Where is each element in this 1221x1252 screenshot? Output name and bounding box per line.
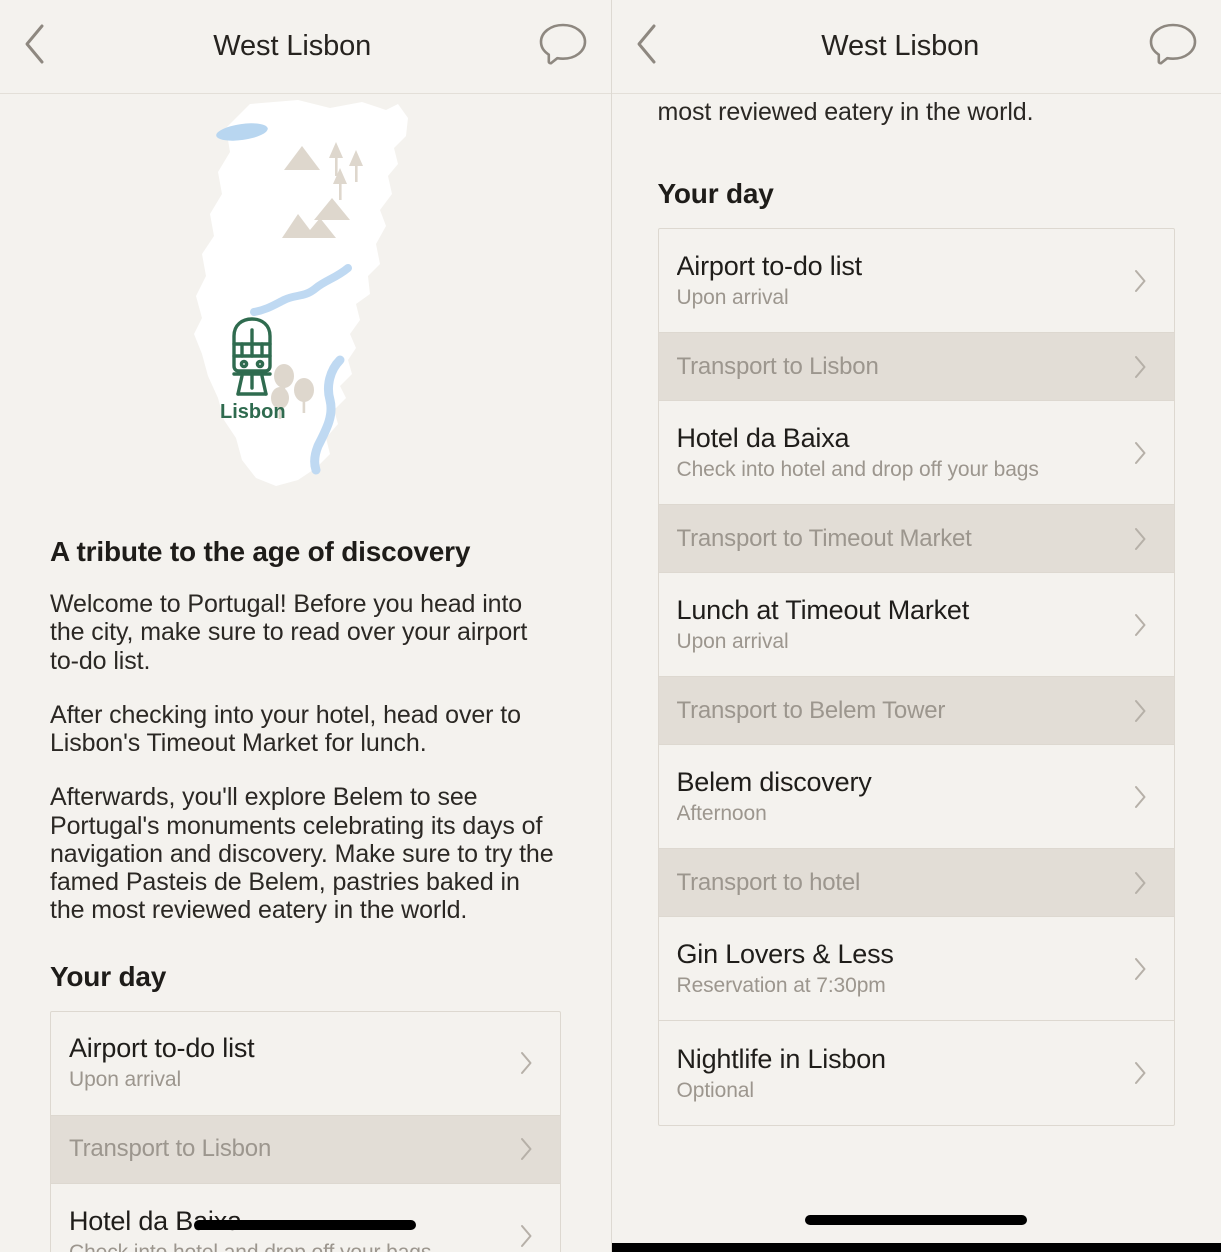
article-paragraph-1: Welcome to Portugal! Before you head int… <box>50 590 528 675</box>
list-item[interactable]: Airport to-do list Upon arrival <box>51 1012 560 1116</box>
right-header: West Lisbon <box>611 0 1221 94</box>
bottom-black-bar <box>611 1243 1221 1252</box>
your-day-heading-right: Your day <box>657 178 774 210</box>
list-item[interactable]: Transport to Timeout Market <box>658 505 1174 574</box>
list-item-title: Transport to hotel <box>676 868 861 896</box>
list-item[interactable]: Hotel da Baixa Check into hotel and drop… <box>51 1184 560 1252</box>
your-day-heading-left: Your day <box>50 960 167 992</box>
list-item[interactable]: Transport to Lisbon <box>51 1115 560 1184</box>
list-item-title: Belem discovery <box>676 767 872 798</box>
chevron-right-icon <box>1133 956 1148 982</box>
list-item-title: Transport to Belem Tower <box>676 696 946 724</box>
list-item[interactable]: Transport to Lisbon <box>658 333 1174 402</box>
chevron-right-icon <box>1133 440 1148 466</box>
list-item[interactable]: Transport to Belem Tower <box>658 677 1174 746</box>
right-panel: West Lisbon most reviewed eatery in the … <box>610 0 1221 1252</box>
chevron-right-icon <box>519 1223 534 1249</box>
chevron-left-icon <box>634 22 660 71</box>
article-paragraph-2: After checking into your hotel, head ove… <box>50 700 521 757</box>
list-item-subtitle: Upon arrival <box>676 630 789 654</box>
portugal-map-illustration: Lisbon <box>0 94 611 522</box>
list-item-title: Lunch at Timeout Market <box>676 595 970 626</box>
back-button[interactable] <box>0 0 70 94</box>
map-svg: Lisbon <box>194 100 409 486</box>
chevron-right-icon <box>1133 354 1148 380</box>
chevron-right-icon <box>1133 612 1148 638</box>
chevron-right-icon <box>519 1136 534 1162</box>
list-item-subtitle: Check into hotel and drop off your bags <box>676 458 1039 482</box>
chevron-right-icon <box>1133 870 1148 896</box>
left-scroll-body[interactable]: Lisbon A tribute to the age of discovery… <box>0 94 611 1252</box>
day-list-right: Airport to-do list Upon arrival Transpor… <box>657 228 1175 1127</box>
list-item[interactable]: Gin Lovers & Less Reservation at 7:30pm <box>658 917 1174 1022</box>
home-indicator-left <box>194 1220 417 1230</box>
chevron-right-icon <box>1133 698 1148 724</box>
list-item-title: Transport to Timeout Market <box>676 524 972 552</box>
chevron-right-icon <box>1133 1060 1148 1086</box>
chevron-right-icon <box>1133 268 1148 294</box>
list-item-subtitle: Reservation at 7:30pm <box>676 974 886 998</box>
left-panel: West Lisbon Lisbon A tribute to the age … <box>0 0 611 1252</box>
list-item-title: Hotel da Baixa <box>676 423 850 454</box>
article-heading: A tribute to the age of discovery <box>50 536 471 567</box>
list-item[interactable]: Hotel da Baixa Check into hotel and drop… <box>658 401 1174 506</box>
list-item-subtitle: Optional <box>676 1078 755 1102</box>
chevron-right-icon <box>519 1050 534 1076</box>
page-title-right: West Lisbon <box>821 30 980 62</box>
page-title-left: West Lisbon <box>213 30 372 62</box>
speech-bubble-icon <box>1148 20 1198 73</box>
list-item[interactable]: Nightlife in Lisbon Optional <box>659 1021 1175 1125</box>
list-item-subtitle: Check into hotel and drop off your bags <box>69 1241 505 1252</box>
list-item-title: Nightlife in Lisbon <box>676 1043 887 1074</box>
back-button[interactable] <box>612 0 682 94</box>
list-item-subtitle: Afternoon <box>676 802 767 826</box>
list-item-subtitle: Upon arrival <box>676 286 789 310</box>
home-indicator-right <box>805 1215 1028 1225</box>
speech-bubble-icon <box>538 20 588 73</box>
list-item-title: Transport to Lisbon <box>676 352 879 380</box>
list-item-title: Airport to-do list <box>676 251 863 282</box>
chevron-left-icon <box>22 22 48 71</box>
article-right-tail: most reviewed eatery in the world. <box>612 94 1221 126</box>
chat-button-right[interactable] <box>1125 0 1221 94</box>
list-item-title: Gin Lovers & Less <box>676 939 894 970</box>
map-city-label: Lisbon <box>220 401 286 423</box>
list-item-title: Airport to-do list <box>69 1033 255 1064</box>
list-item[interactable]: Airport to-do list Upon arrival <box>658 229 1174 334</box>
chevron-right-icon <box>1133 526 1148 552</box>
right-scroll-body[interactable]: most reviewed eatery in the world. Your … <box>612 94 1221 1252</box>
day-list-left: Airport to-do list Upon arrival Transpor… <box>50 1010 561 1252</box>
left-header: West Lisbon <box>0 0 611 94</box>
chevron-right-icon <box>1133 784 1148 810</box>
list-item[interactable]: Belem discovery Afternoon <box>658 745 1174 850</box>
list-item[interactable]: Transport to hotel <box>658 849 1174 918</box>
article-paragraph-3: Afterwards, you'll explore Belem to see … <box>50 783 554 925</box>
article-last-line: most reviewed eatery in the world. <box>657 98 1034 126</box>
list-item-title: Transport to Lisbon <box>69 1135 272 1163</box>
chat-button-left[interactable] <box>515 0 611 94</box>
article-left: A tribute to the age of discovery Welcom… <box>0 536 611 925</box>
list-item[interactable]: Lunch at Timeout Market Upon arrival <box>658 573 1174 678</box>
list-item-subtitle: Upon arrival <box>69 1068 182 1092</box>
dual-panel-screen: West Lisbon Lisbon A tribute to the age … <box>0 0 1221 1252</box>
